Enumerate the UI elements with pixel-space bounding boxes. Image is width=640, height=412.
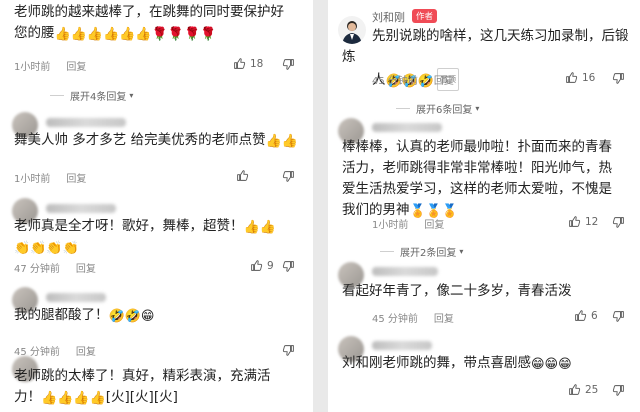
reply-button[interactable]: 回复 (66, 170, 86, 185)
comment-text: 棒棒棒，认真的老师最帅啦！扑面而来的青春 活力，老师跳得非常非常棒啦！阳光帅气，… (342, 139, 612, 219)
like-count: 9 (267, 259, 274, 272)
thumb-down-icon[interactable] (282, 170, 295, 183)
thumb-down-icon[interactable] (612, 384, 625, 397)
fire-emoji-text: [火][火][火] (105, 389, 178, 405)
username-blurred (372, 341, 432, 350)
comment-text: 老师跳的太棒了！真好，精彩表演，充满活 力！👍👍👍👍[火][火][火] (14, 368, 271, 406)
like-button[interactable]: 9 (250, 259, 274, 272)
like-button[interactable]: 18 (233, 57, 263, 70)
thumb-down-icon[interactable] (612, 72, 625, 85)
comment-time: 45 分钟前 (372, 314, 418, 325)
comment-time: 47 分钟前 (14, 264, 60, 275)
expand-label: 展开6条回复 (416, 105, 473, 116)
username-blurred (372, 123, 442, 132)
comment-time: 1小时前 (14, 62, 51, 73)
right-comment-panel: 刘和刚 作者 先别说跳的啥样，这几天练习加录制，后锻炼 人🤣🤣🤣 置顶 45 分钟… (328, 0, 640, 412)
author-tag: 作者 (412, 9, 438, 23)
comment-time: 45 分钟前 (372, 76, 418, 87)
emoji-group: 😁😁😁 (531, 357, 572, 372)
thumb-up-icon (236, 169, 249, 182)
chevron-down-icon: ▾ (475, 104, 480, 113)
like-count: 25 (585, 383, 599, 396)
thumb-down-icon[interactable] (282, 344, 295, 357)
username-blurred (46, 293, 106, 302)
thumb-down-icon[interactable] (282, 260, 295, 273)
comment-text: 刘和刚老师跳的舞，带点喜剧感😁😁😁 (342, 355, 572, 372)
username-blurred (372, 267, 438, 276)
like-count: 12 (585, 215, 599, 228)
emoji-group: 👍👍👍👍👍👍🌹🌹🌹🌹 (54, 27, 217, 42)
thumb-up-icon (233, 57, 246, 70)
comment-meta: 45 分钟前 回复 (372, 72, 454, 87)
like-button[interactable]: 25 (568, 383, 598, 396)
emoji-group: 👏👏👏👏 (14, 241, 79, 256)
emoji-group: 👍👍 (243, 220, 276, 235)
expand-label: 展开2条回复 (400, 248, 457, 259)
like-button[interactable]: 6 (574, 309, 598, 322)
like-count: 6 (591, 309, 598, 322)
comment-text: 我的腿都酸了！🤣🤣😁 (14, 307, 155, 324)
left-comment-panel: 老师跳的越来越棒了，在跳舞的同时要保护好 您的腰👍👍👍👍👍👍🌹🌹🌹🌹 1小时前 … (0, 0, 313, 412)
reply-button[interactable]: 回复 (76, 343, 96, 358)
username-blurred (46, 118, 126, 127)
thumb-down-icon[interactable] (282, 58, 295, 71)
emoji-group: 🤣🤣😁 (108, 309, 155, 324)
comment-text: 老师真是全才呀！歌好，舞棒，超赞！👍👍 👏👏👏👏 (14, 218, 276, 256)
like-button[interactable]: 16 (565, 71, 595, 84)
like-button[interactable]: 12 (568, 215, 598, 228)
reply-button[interactable]: 回复 (434, 72, 454, 87)
comment-meta: 1小时前 回复 (14, 58, 86, 73)
username-blurred (46, 204, 116, 213)
thumb-up-icon (568, 383, 581, 396)
comment-text: 老师跳的越来越棒了，在跳舞的同时要保护好 您的腰👍👍👍👍👍👍🌹🌹🌹🌹 (14, 4, 284, 42)
like-count: 16 (582, 71, 596, 84)
reply-button[interactable]: 回复 (66, 58, 86, 73)
expand-replies[interactable]: 展开2条回复 ▾ (380, 244, 463, 259)
chevron-down-icon: ▾ (459, 247, 464, 256)
thumb-down-icon[interactable] (612, 310, 625, 323)
thumb-up-icon (574, 309, 587, 322)
expand-replies[interactable]: 展开4条回复 ▾ (50, 88, 133, 103)
comment-meta: 1小时前 回复 (372, 216, 444, 231)
reply-button[interactable]: 回复 (434, 310, 454, 325)
chevron-down-icon: ▾ (129, 91, 134, 100)
emoji-group: 👍👍 (265, 134, 298, 149)
thumb-up-icon (565, 71, 578, 84)
author-name[interactable]: 刘和刚 (372, 9, 405, 25)
comment-meta: 45 分钟前 回复 (372, 310, 454, 325)
thumb-down-icon[interactable] (612, 216, 625, 229)
reply-button[interactable]: 回复 (424, 216, 444, 231)
comment-text: 舞美人帅 多才多艺 给完美优秀的老师点赞👍👍 (14, 132, 298, 149)
expand-replies[interactable]: 展开6条回复 ▾ (396, 101, 479, 116)
like-button[interactable] (236, 169, 249, 182)
comment-meta: 47 分钟前 回复 (14, 260, 96, 275)
like-count: 18 (250, 57, 264, 70)
comment-meta: 1小时前 回复 (14, 170, 86, 185)
expand-label: 展开4条回复 (70, 92, 127, 103)
thumb-up-icon (568, 215, 581, 228)
comment-time: 1小时前 (372, 220, 409, 231)
comment-time: 1小时前 (14, 174, 51, 185)
emoji-group: 👍👍👍👍 (41, 391, 106, 406)
comment-text: 看起好年青了，像二十多岁，青春活泼 (342, 283, 572, 299)
reply-button[interactable]: 回复 (76, 260, 96, 275)
thumb-up-icon (250, 259, 263, 272)
